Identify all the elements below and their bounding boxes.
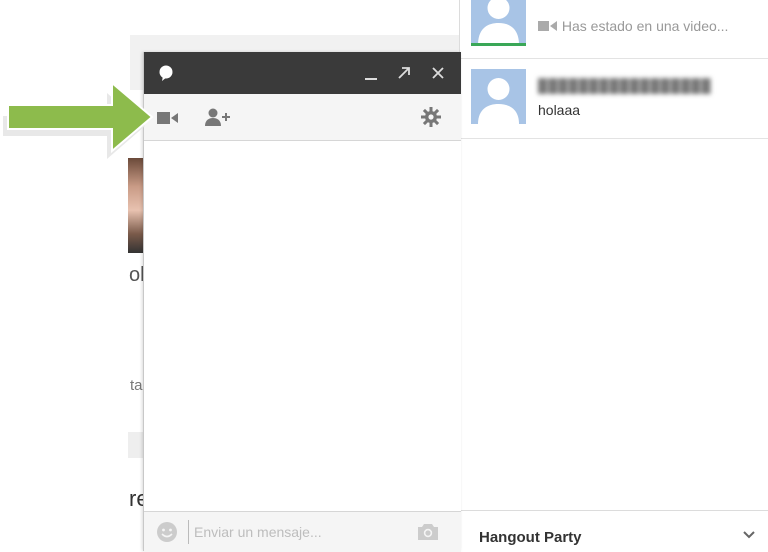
person-silhouette-icon [478, 78, 519, 124]
chat-titlebar[interactable] [144, 52, 461, 94]
close-icon[interactable] [431, 66, 445, 80]
gear-icon[interactable] [421, 107, 441, 127]
chat-message-area [144, 141, 461, 511]
minimize-icon[interactable] [364, 67, 378, 81]
camera-icon[interactable] [417, 523, 439, 541]
active-call-indicator [471, 43, 526, 46]
avatar [471, 0, 526, 43]
contact-preview: Has estado en una video... [538, 18, 763, 34]
contact-row[interactable]: █████████████████ holaaa [460, 59, 768, 139]
add-person-icon[interactable] [205, 108, 230, 126]
hangout-party-label: Hangout Party [479, 529, 582, 546]
contact-name: █████████████████ [538, 78, 712, 93]
chevron-down-icon[interactable] [743, 531, 755, 539]
message-input[interactable] [188, 520, 416, 544]
page-top-strip [0, 0, 460, 8]
person-silhouette-icon [478, 0, 519, 43]
video-camera-icon [538, 21, 557, 31]
chat-toolbar [144, 94, 461, 141]
contact-preview-text: Has estado en una video... [561, 18, 729, 34]
green-arrow-icon [3, 80, 154, 159]
contact-preview: holaaa [538, 102, 581, 118]
hangout-chat-window [143, 52, 461, 552]
chat-input-bar [144, 511, 461, 552]
contact-row[interactable]: Has estado en una video... [460, 0, 768, 59]
hangout-party-bar[interactable]: Hangout Party [460, 510, 768, 552]
emoji-icon[interactable] [156, 521, 178, 543]
avatar [471, 69, 526, 124]
popout-arrow-icon[interactable] [397, 66, 411, 80]
